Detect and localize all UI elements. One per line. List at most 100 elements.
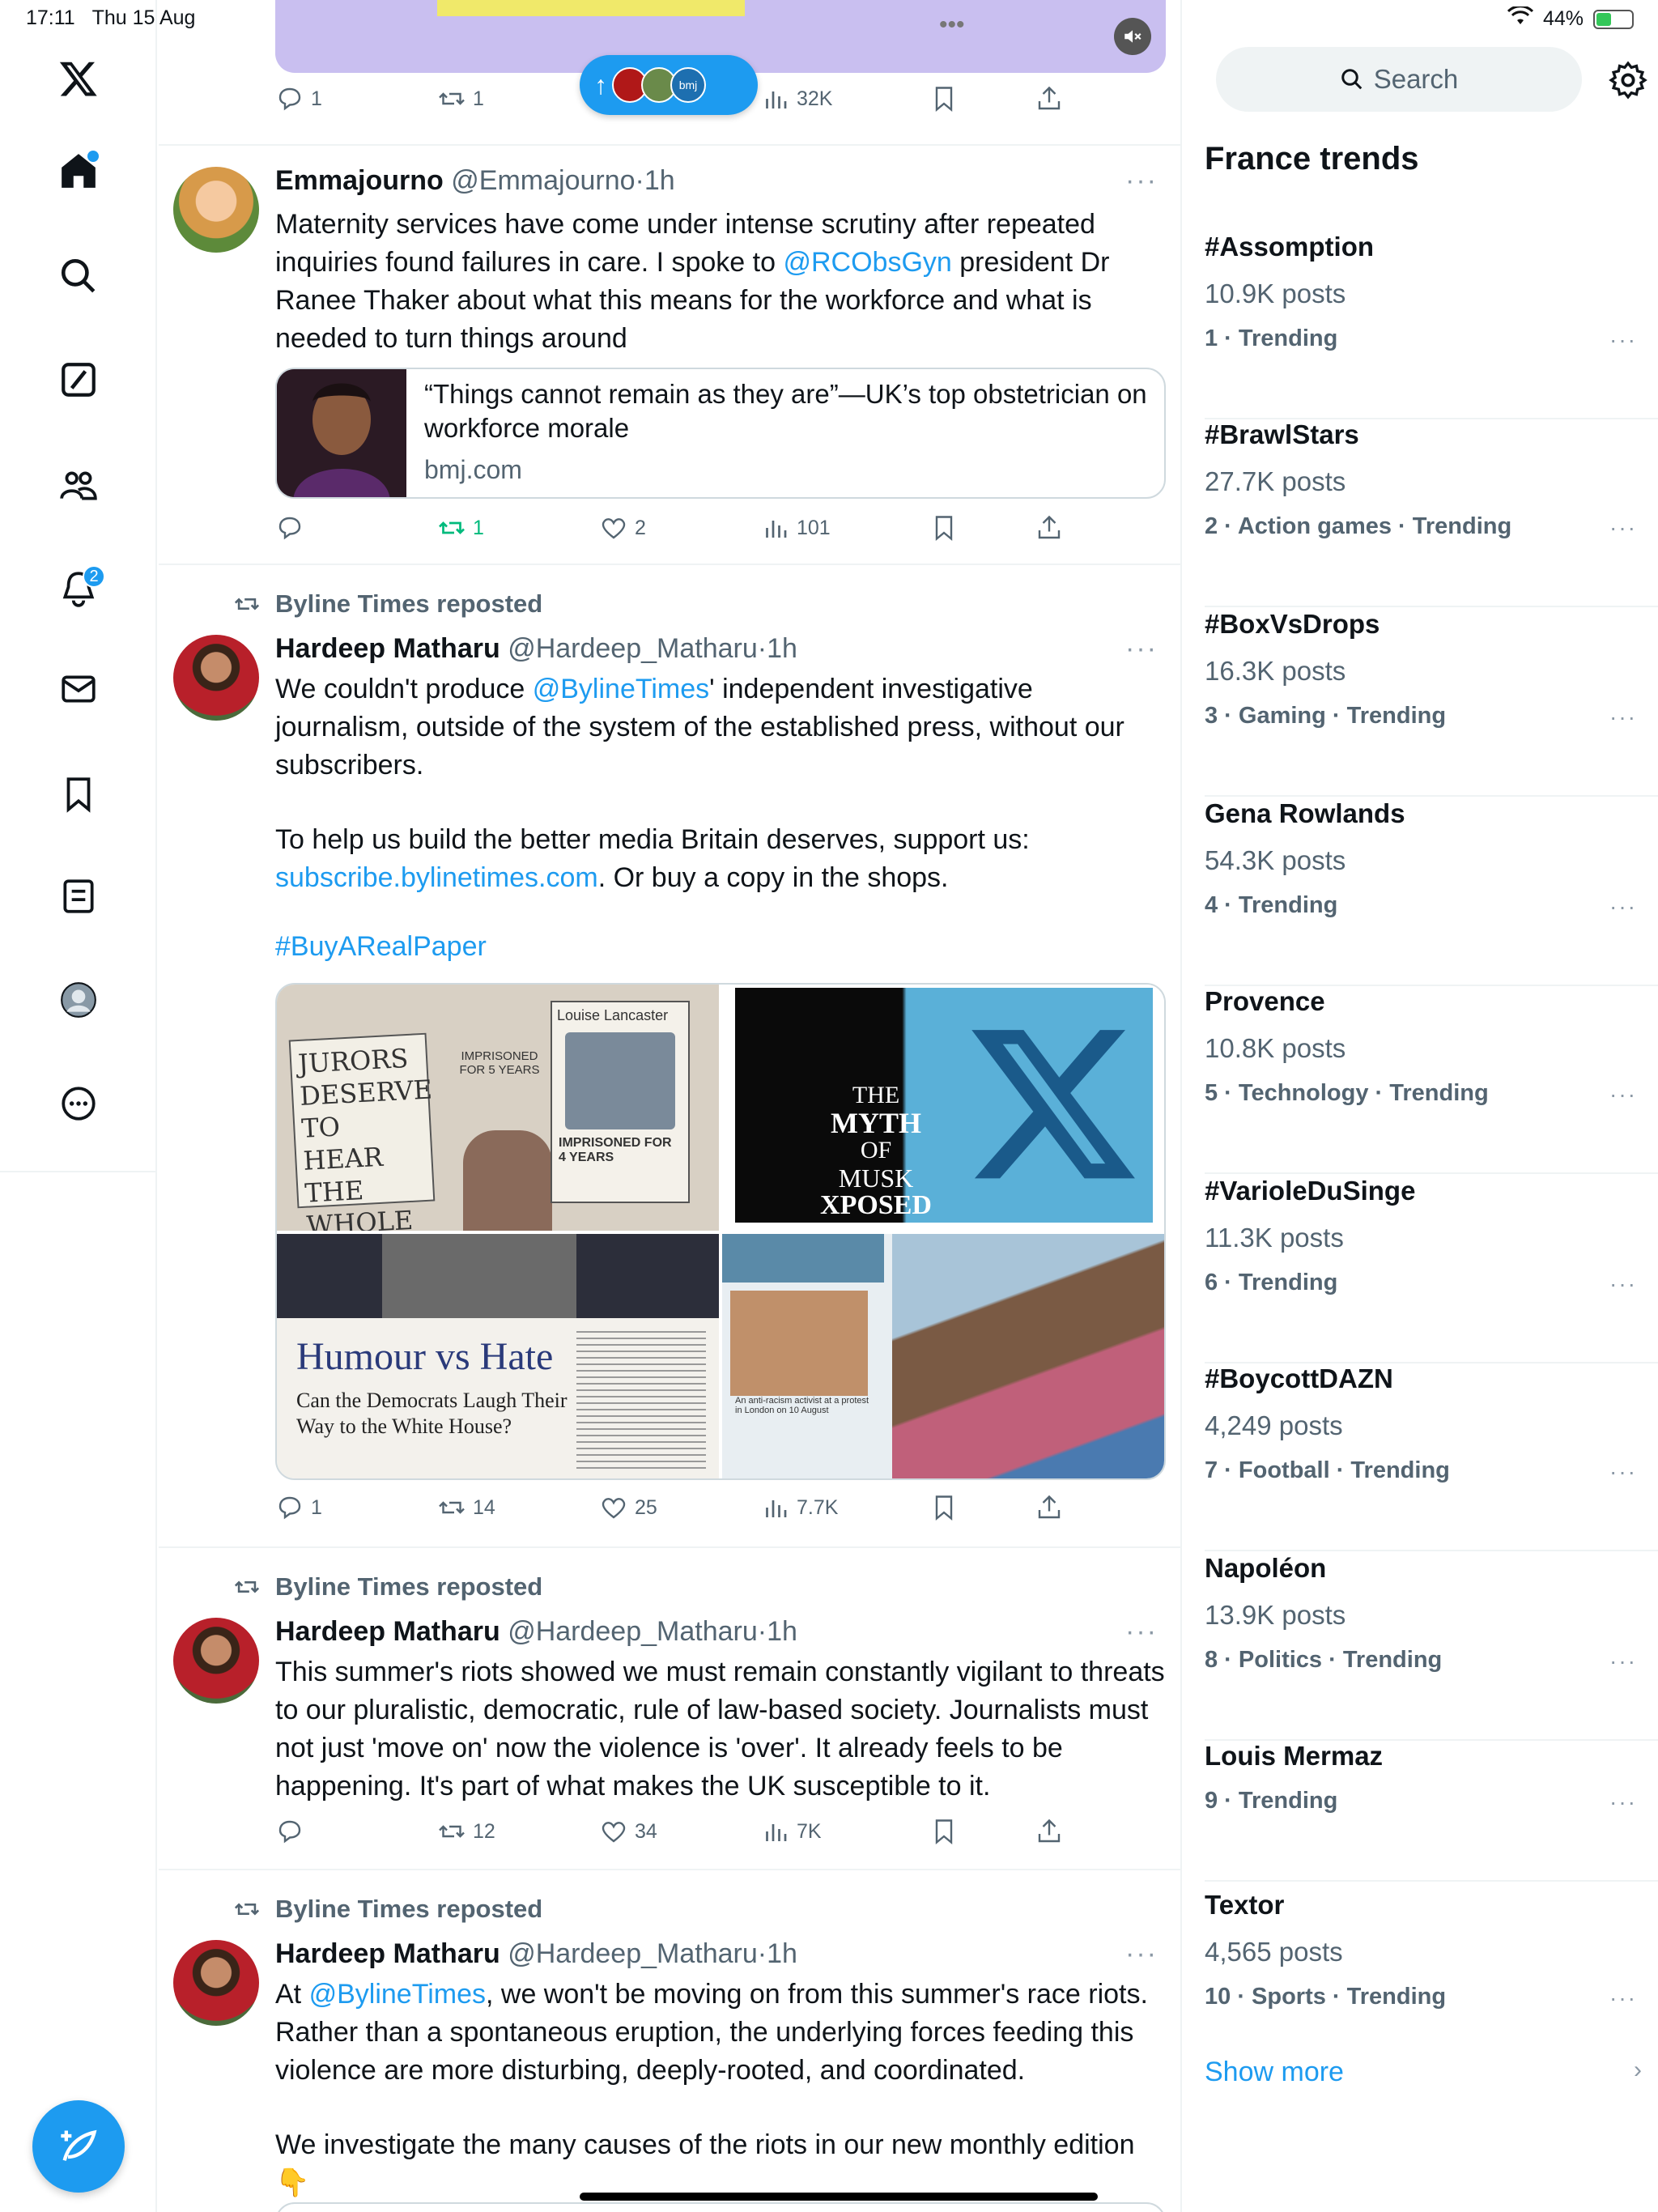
- reposted-by[interactable]: Byline Times reposted: [233, 589, 542, 619]
- trend-more-button[interactable]: ···: [1609, 894, 1637, 920]
- media-anti-racism-protest[interactable]: An anti-racism activist at a protest in …: [722, 1234, 1164, 1478]
- trend-item[interactable]: #BoycottDAZN 4,249 posts 7 · Football · Tr…: [1205, 1363, 1658, 1551]
- reposted-by[interactable]: Byline Times reposted: [233, 1572, 542, 1602]
- trend-item[interactable]: #VarioleDuSinge 11.3K posts 6 · Trending ··…: [1205, 1176, 1658, 1363]
- author-handle[interactable]: @Hardeep_Matharu: [508, 1938, 758, 1969]
- post-time[interactable]: 1h: [767, 1616, 797, 1647]
- share-button[interactable]: [1035, 513, 1064, 542]
- search-input[interactable]: Search: [1216, 47, 1582, 112]
- trend-more-button[interactable]: ···: [1609, 1271, 1637, 1297]
- views-button[interactable]: 7.7K: [761, 1493, 838, 1522]
- mention-link[interactable]: @BylineTimes: [309, 1979, 486, 2010]
- messages-icon[interactable]: [47, 657, 110, 721]
- author-name[interactable]: Hardeep Matharu: [275, 1616, 500, 1647]
- trend-item[interactable]: #BrawlStars 27.7K posts 2 · Action games ·…: [1205, 419, 1658, 607]
- settings-gear-icon[interactable]: [1608, 60, 1648, 100]
- post-media-partial[interactable]: [275, 2202, 1166, 2212]
- post-time[interactable]: 1h: [767, 633, 797, 664]
- views-button[interactable]: 32K: [761, 84, 832, 113]
- more-icon[interactable]: [47, 1072, 110, 1135]
- post-hardeep-edition[interactable]: Byline Times reposted Hardeep Matharu @H…: [159, 1872, 1180, 2212]
- author-name[interactable]: Hardeep Matharu: [275, 1938, 500, 1969]
- repost-button[interactable]: 1: [437, 513, 484, 542]
- trend-more-button[interactable]: ···: [1609, 704, 1637, 730]
- share-button[interactable]: [1035, 1817, 1064, 1846]
- repost-button[interactable]: 1: [437, 84, 484, 113]
- url-link[interactable]: subscribe.bylinetimes.com: [275, 862, 598, 893]
- trend-item[interactable]: #Assomption 10.9K posts 1 · Trending ···: [1205, 232, 1658, 419]
- trend-item[interactable]: Gena Rowlands 54.3K posts 4 · Trending ···: [1205, 798, 1658, 986]
- post-partial[interactable]: ••• 1 1 32K ↑ bmj: [159, 0, 1180, 146]
- post-emmajourno[interactable]: Emmajourno @Emmajourno·1h ··· Maternity …: [159, 146, 1180, 565]
- reply-button[interactable]: 1: [275, 84, 322, 113]
- bookmark-button[interactable]: [929, 1817, 959, 1846]
- post-more-button[interactable]: ···: [1125, 1938, 1158, 1970]
- author-handle[interactable]: @Hardeep_Matharu: [508, 1616, 758, 1647]
- trend-more-button[interactable]: ···: [1609, 327, 1637, 353]
- trend-more-button[interactable]: ···: [1609, 1789, 1637, 1815]
- lists-icon[interactable]: [47, 865, 110, 928]
- new-posts-pill[interactable]: ↑ bmj: [580, 55, 758, 115]
- trend-more-button[interactable]: ···: [1609, 1459, 1637, 1485]
- mention-link[interactable]: @RCObsGyn: [783, 247, 951, 278]
- trend-more-button[interactable]: ···: [1609, 1985, 1637, 2011]
- link-card[interactable]: “Things cannot remain as they are”—UK’s …: [275, 368, 1166, 499]
- trend-more-button[interactable]: ···: [1609, 515, 1637, 541]
- bookmark-button[interactable]: [929, 1493, 959, 1522]
- trend-item[interactable]: #BoxVsDrops 16.3K posts 3 · Gaming · Trend…: [1205, 609, 1658, 797]
- grok-icon[interactable]: [47, 348, 110, 411]
- show-more-link[interactable]: Show more: [1205, 2057, 1344, 2088]
- like-button[interactable]: 2: [599, 513, 646, 542]
- repost-button[interactable]: 14: [437, 1493, 495, 1522]
- reply-button[interactable]: [275, 513, 311, 542]
- post-more-button[interactable]: ···: [1125, 1616, 1158, 1648]
- bookmarks-icon[interactable]: [47, 763, 110, 826]
- mention-link[interactable]: @BylineTimes: [533, 674, 709, 704]
- views-button[interactable]: 7K: [761, 1817, 822, 1846]
- compose-post-button[interactable]: [32, 2100, 125, 2193]
- media-protest-photo[interactable]: JURORS DESERVE TO HEAR THE WHOLE TRUTH I…: [277, 985, 719, 1231]
- post-hardeep-subscribe[interactable]: Byline Times reposted Hardeep Matharu @H…: [159, 567, 1180, 1548]
- hashtag-link[interactable]: #BuyARealPaper: [275, 931, 487, 962]
- author-handle[interactable]: @Hardeep_Matharu: [508, 633, 758, 664]
- author-name[interactable]: Hardeep Matharu: [275, 633, 500, 664]
- x-logo-icon[interactable]: [47, 47, 110, 110]
- avatar[interactable]: [173, 635, 259, 721]
- post-time[interactable]: 1h: [767, 1938, 797, 1969]
- notifications-icon[interactable]: 2: [47, 557, 110, 620]
- trend-item[interactable]: Napoléon 13.9K posts 8 · Politics · Trendi…: [1205, 1553, 1658, 1741]
- post-media-grid[interactable]: JURORS DESERVE TO HEAR THE WHOLE TRUTH I…: [275, 983, 1166, 1480]
- avatar[interactable]: [173, 1940, 259, 2026]
- trend-item[interactable]: Provence 10.8K posts 5 · Technology · Tren…: [1205, 986, 1658, 1174]
- home-icon[interactable]: [47, 139, 110, 202]
- post-more-button[interactable]: ···: [1125, 633, 1158, 665]
- search-icon[interactable]: [47, 245, 110, 308]
- reposted-by[interactable]: Byline Times reposted: [233, 1895, 542, 1924]
- like-button[interactable]: 34: [599, 1817, 657, 1846]
- bookmark-button[interactable]: [929, 513, 959, 542]
- media-myth-of-musk[interactable]: THE MYTH OF MUSK XPOSED: [722, 985, 1164, 1231]
- timeline-feed[interactable]: ••• 1 1 32K ↑ bmj Emmajourno @Emmajourno…: [159, 0, 1182, 2212]
- mute-icon[interactable]: [1114, 18, 1151, 55]
- communities-icon[interactable]: [47, 453, 110, 517]
- post-more-button[interactable]: ···: [1125, 165, 1158, 197]
- bookmark-button[interactable]: [929, 84, 959, 113]
- post-time[interactable]: 1h: [644, 165, 675, 196]
- author-handle[interactable]: @Emmajourno: [451, 165, 635, 196]
- media-humour-vs-hate[interactable]: Humour vs Hate Can the Democrats Laugh T…: [277, 1234, 719, 1478]
- avatar[interactable]: [173, 1618, 259, 1704]
- share-button[interactable]: [1035, 84, 1064, 113]
- reply-button[interactable]: 1: [275, 1493, 322, 1522]
- profile-icon[interactable]: [47, 968, 110, 1032]
- views-button[interactable]: 101: [761, 513, 831, 542]
- author-name[interactable]: Emmajourno: [275, 165, 444, 196]
- trend-item[interactable]: Louis Mermaz 9 · Trending ···: [1205, 1741, 1658, 1882]
- avatar[interactable]: [173, 167, 259, 253]
- repost-button[interactable]: 12: [437, 1817, 495, 1846]
- share-button[interactable]: [1035, 1493, 1064, 1522]
- post-hardeep-riots[interactable]: Byline Times reposted Hardeep Matharu @H…: [159, 1550, 1180, 1870]
- reply-button[interactable]: [275, 1817, 311, 1846]
- trend-more-button[interactable]: ···: [1609, 1082, 1637, 1108]
- trend-more-button[interactable]: ···: [1609, 1648, 1637, 1674]
- trend-item[interactable]: Textor 4,565 posts 10 · Sports · Trending ·…: [1205, 1890, 1658, 2078]
